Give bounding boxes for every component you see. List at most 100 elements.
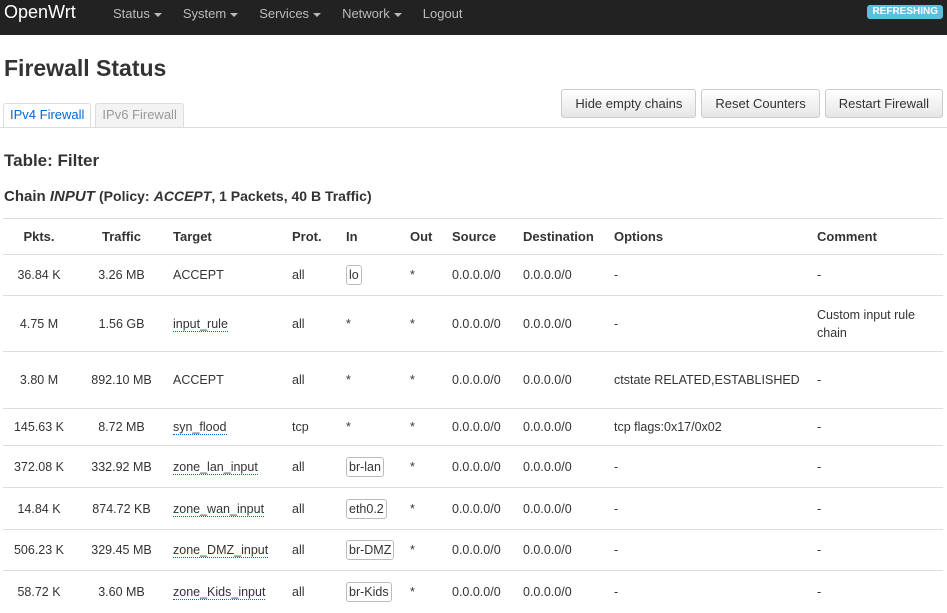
interface-badge[interactable]: br-Kids xyxy=(346,581,392,602)
cell-comment: - xyxy=(812,254,943,296)
cell-destination: 0.0.0.0/0 xyxy=(518,445,609,488)
nav-item-label: Network xyxy=(342,6,390,21)
chain-prefix: Chain xyxy=(4,188,46,205)
cell-comment: - xyxy=(812,487,943,530)
cell-source: 0.0.0.0/0 xyxy=(447,408,518,446)
nav-item-services[interactable]: Services xyxy=(259,0,322,28)
cell-target: syn_flood xyxy=(168,408,287,446)
interface-badge[interactable]: br-DMZ xyxy=(346,540,395,560)
column-header-prot: Prot. xyxy=(287,218,341,255)
caret-down-icon xyxy=(153,13,162,17)
page-title: Firewall Status xyxy=(4,55,167,81)
nav-item-network[interactable]: Network xyxy=(342,0,402,28)
table-row: 3.80 M 892.10 MB ACCEPT all * * 0.0.0.0/0 0.0.0… xyxy=(3,351,943,409)
cell-options: - xyxy=(609,295,812,352)
tab-divider xyxy=(0,127,947,128)
restart-firewall-button[interactable]: Restart Firewall xyxy=(824,89,943,118)
cell-pkts: 4.75 M xyxy=(3,295,75,352)
cell-options: - xyxy=(609,487,812,530)
column-header-traffic: Traffic xyxy=(75,218,168,255)
chain-name: INPUT xyxy=(49,188,95,205)
target-chain-link[interactable]: zone_lan_input xyxy=(173,459,258,475)
cell-in: br-Kids xyxy=(341,570,405,613)
cell-prot: all xyxy=(287,529,341,571)
interface-badge[interactable]: eth0.2 xyxy=(346,498,387,519)
cell-comment: - xyxy=(812,570,943,613)
nav-item-status[interactable]: Status xyxy=(113,0,162,28)
cell-pkts: 14.84 K xyxy=(3,487,75,530)
cell-comment: Custom input rule chain xyxy=(812,295,943,352)
reset-counters-button[interactable]: Reset Counters xyxy=(701,89,820,118)
interface-badge[interactable]: br-lan xyxy=(346,456,384,477)
cell-source: 0.0.0.0/0 xyxy=(447,351,518,409)
cell-traffic: 3.26 MB xyxy=(75,254,168,296)
cell-options: - xyxy=(609,529,812,571)
cell-comment: - xyxy=(812,445,943,488)
cell-pkts: 3.80 M xyxy=(3,351,75,409)
nav-item-label: Services xyxy=(259,6,310,21)
cell-in: eth0.2 xyxy=(341,487,405,530)
top-navbar: OpenWrt Status System Services Network Logou… xyxy=(0,0,947,35)
cell-out: * xyxy=(405,295,447,352)
table-row: 36.84 K 3.26 MB ACCEPT all lo * 0.0.0.0/0 0.0.0… xyxy=(3,254,943,296)
cell-pkts: 145.63 K xyxy=(3,408,75,446)
cell-target: zone_DMZ_input xyxy=(168,529,287,571)
cell-out: * xyxy=(405,487,447,530)
brand-logo[interactable]: OpenWrt xyxy=(4,0,76,25)
cell-prot: all xyxy=(287,295,341,352)
cell-prot: all xyxy=(287,487,341,530)
cell-prot: all xyxy=(287,351,341,409)
target-chain-link[interactable]: zone_DMZ_input xyxy=(173,543,269,558)
column-header-pkts: Pkts. xyxy=(3,218,75,255)
target-chain-link[interactable]: zone_Kids_input xyxy=(173,584,266,600)
cell-prot: all xyxy=(287,254,341,296)
target-chain-link[interactable]: zone_wan_input xyxy=(173,501,265,517)
refreshing-badge[interactable]: REFRESHING xyxy=(867,5,943,19)
column-header-target: Target xyxy=(168,218,287,255)
cell-destination: 0.0.0.0/0 xyxy=(518,570,609,613)
cell-options: ctstate RELATED,ESTABLISHED xyxy=(609,351,812,409)
interface-badge[interactable]: lo xyxy=(346,265,362,285)
cell-out: * xyxy=(405,445,447,488)
target-chain-link[interactable]: input_rule xyxy=(173,316,228,332)
table-row: 372.08 K 332.92 MB zone_lan_input all br-lan… xyxy=(3,445,943,488)
cell-source: 0.0.0.0/0 xyxy=(447,254,518,296)
nav-item-logout[interactable]: Logout xyxy=(423,0,463,28)
cell-comment: - xyxy=(812,408,943,446)
cell-in: * xyxy=(341,408,405,446)
cell-out: * xyxy=(405,254,447,296)
tab-ipv4-firewall[interactable]: IPv4 Firewall xyxy=(3,103,92,127)
cell-out: * xyxy=(405,408,447,446)
caret-down-icon xyxy=(393,13,402,17)
cell-options: - xyxy=(609,445,812,488)
table-row: 58.72 K 3.60 MB zone_Kids_input all br-Kids *… xyxy=(3,570,943,613)
cell-pkts: 372.08 K xyxy=(3,445,75,488)
column-header-options: Options xyxy=(609,218,812,255)
cell-target: zone_wan_input xyxy=(168,487,287,530)
cell-target: input_rule xyxy=(168,295,287,352)
cell-source: 0.0.0.0/0 xyxy=(447,529,518,571)
cell-in: * xyxy=(341,351,405,409)
nav-item-system[interactable]: System xyxy=(183,0,239,28)
table-row: 4.75 M 1.56 GB input_rule all * * 0.0.0.0/0 0.0… xyxy=(3,295,943,352)
cell-in: br-DMZ xyxy=(341,529,405,571)
cell-comment: - xyxy=(812,351,943,409)
cell-target: zone_Kids_input xyxy=(168,570,287,613)
column-header-out: Out xyxy=(405,218,447,255)
cell-pkts: 58.72 K xyxy=(3,570,75,613)
cell-target: zone_lan_input xyxy=(168,445,287,488)
cell-traffic: 329.45 MB xyxy=(75,529,168,571)
table-row: 14.84 K 874.72 KB zone_wan_input all eth0.2 *… xyxy=(3,487,943,530)
tab-ipv6-firewall[interactable]: IPv6 Firewall xyxy=(95,103,184,127)
cell-destination: 0.0.0.0/0 xyxy=(518,254,609,296)
cell-options: - xyxy=(609,254,812,296)
cell-out: * xyxy=(405,351,447,409)
chain-policy-open: (Policy: xyxy=(99,188,150,204)
cell-prot: tcp xyxy=(287,408,341,446)
target-chain-link[interactable]: syn_flood xyxy=(173,420,227,435)
cell-source: 0.0.0.0/0 xyxy=(447,570,518,613)
column-header-in: In xyxy=(341,218,405,255)
hide-empty-chains-button[interactable]: Hide empty chains xyxy=(561,89,697,118)
cell-in: * xyxy=(341,295,405,352)
cell-source: 0.0.0.0/0 xyxy=(447,445,518,488)
